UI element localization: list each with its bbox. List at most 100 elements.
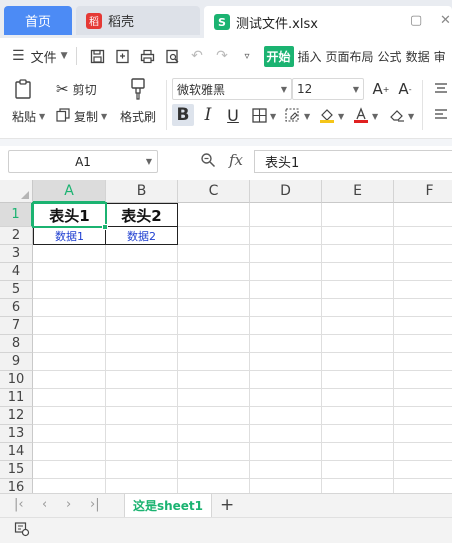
cell-c2[interactable] (178, 227, 250, 245)
cell-c6[interactable] (178, 299, 250, 317)
paste-button[interactable]: 粘贴 ▼ (12, 108, 45, 125)
format-painter-icon[interactable] (128, 77, 148, 106)
cell-f12[interactable] (394, 407, 452, 425)
cell-d16[interactable] (250, 479, 322, 493)
cell-e1[interactable] (322, 203, 394, 227)
underline-button[interactable]: U (222, 104, 244, 126)
column-header-f[interactable]: F (394, 180, 452, 203)
row-header-2[interactable]: 2 (0, 227, 33, 245)
cell-f1[interactable] (394, 203, 452, 227)
cut-button[interactable]: ✂ 剪切 (56, 80, 97, 98)
cell-f16[interactable] (394, 479, 452, 493)
restore-window-icon[interactable]: ▢ (410, 13, 422, 28)
decrease-font-size-icon[interactable]: A- (394, 78, 416, 100)
cell-c13[interactable] (178, 425, 250, 443)
name-box[interactable]: A1 ▼ (8, 150, 158, 173)
cell-c1[interactable] (178, 203, 250, 227)
add-sheet-button[interactable]: + (220, 495, 234, 515)
cell-b6[interactable] (106, 299, 178, 317)
increase-font-size-icon[interactable]: A + (370, 78, 392, 100)
row-header-7[interactable]: 7 (0, 317, 33, 335)
cell-d1[interactable] (250, 203, 322, 227)
cell-e11[interactable] (322, 389, 394, 407)
row-header-1[interactable]: 1 (0, 203, 33, 227)
cell-b3[interactable] (106, 245, 178, 263)
row-header-9[interactable]: 9 (0, 353, 33, 371)
row-header-15[interactable]: 15 (0, 461, 33, 479)
print-preview-icon[interactable] (160, 45, 185, 67)
cell-d7[interactable] (250, 317, 322, 335)
cell-d3[interactable] (250, 245, 322, 263)
column-header-a[interactable]: A (33, 180, 106, 203)
last-sheet-icon[interactable]: ›| (90, 497, 100, 512)
bold-button[interactable]: B (172, 104, 194, 126)
cell-b10[interactable] (106, 371, 178, 389)
cell-e10[interactable] (322, 371, 394, 389)
cell-b7[interactable] (106, 317, 178, 335)
menu-formulas[interactable]: 公式 (378, 48, 402, 65)
chevron-down-icon[interactable]: ▼ (408, 112, 414, 121)
cell-f8[interactable] (394, 335, 452, 353)
cell-b16[interactable] (106, 479, 178, 493)
cell-f13[interactable] (394, 425, 452, 443)
menu-page-layout[interactable]: 页面布局 (326, 48, 374, 65)
cell-f6[interactable] (394, 299, 452, 317)
cell-f4[interactable] (394, 263, 452, 281)
cell-c9[interactable] (178, 353, 250, 371)
cell-d13[interactable] (250, 425, 322, 443)
chevron-down-icon[interactable]: ▼ (338, 112, 344, 121)
cell-d10[interactable] (250, 371, 322, 389)
cell-c7[interactable] (178, 317, 250, 335)
row-header-6[interactable]: 6 (0, 299, 33, 317)
menu-start[interactable]: 开始 (263, 45, 294, 67)
sheet-tab-active[interactable]: 这是sheet1 (124, 494, 212, 517)
cell-b9[interactable] (106, 353, 178, 371)
cell-b15[interactable] (106, 461, 178, 479)
cell-f15[interactable] (394, 461, 452, 479)
cell-e14[interactable] (322, 443, 394, 461)
fill-handle[interactable] (102, 224, 108, 230)
cell-b1[interactable]: 表头2 (106, 203, 178, 227)
cell-c5[interactable] (178, 281, 250, 299)
hamburger-icon[interactable]: ☰ (12, 48, 25, 64)
cell-c16[interactable] (178, 479, 250, 493)
cell-e3[interactable] (322, 245, 394, 263)
cell-d6[interactable] (250, 299, 322, 317)
cell-a4[interactable] (33, 263, 106, 281)
cell-c4[interactable] (178, 263, 250, 281)
align-top-icon[interactable] (430, 78, 452, 100)
font-size-select[interactable]: 12 ▼ (292, 78, 364, 100)
cell-a12[interactable] (33, 407, 106, 425)
cell-e8[interactable] (322, 335, 394, 353)
row-header-3[interactable]: 3 (0, 245, 33, 263)
row-header-11[interactable]: 11 (0, 389, 33, 407)
cell-style-icon[interactable] (282, 104, 304, 126)
cell-d12[interactable] (250, 407, 322, 425)
cell-e16[interactable] (322, 479, 394, 493)
cell-b13[interactable] (106, 425, 178, 443)
previous-sheet-icon[interactable]: ‹ (42, 497, 47, 512)
chevron-down-icon[interactable]: ▼ (372, 112, 378, 121)
cell-d11[interactable] (250, 389, 322, 407)
cell-b14[interactable] (106, 443, 178, 461)
cell-a16[interactable] (33, 479, 106, 493)
zoom-formula-icon[interactable] (200, 152, 216, 172)
next-sheet-icon[interactable]: › (66, 497, 71, 512)
font-color-icon[interactable] (350, 104, 372, 126)
cell-e4[interactable] (322, 263, 394, 281)
tab-file[interactable]: S 测试文件.xlsx ▢ ✕ (204, 6, 452, 38)
cell-d15[interactable] (250, 461, 322, 479)
cell-c15[interactable] (178, 461, 250, 479)
format-painter-button[interactable]: 格式刷 (120, 108, 156, 125)
cell-c3[interactable] (178, 245, 250, 263)
italic-button[interactable]: I (197, 104, 219, 126)
cell-a8[interactable] (33, 335, 106, 353)
cell-a11[interactable] (33, 389, 106, 407)
row-header-14[interactable]: 14 (0, 443, 33, 461)
cell-b8[interactable] (106, 335, 178, 353)
borders-icon[interactable] (248, 104, 270, 126)
cell-f7[interactable] (394, 317, 452, 335)
cell-e9[interactable] (322, 353, 394, 371)
cell-e15[interactable] (322, 461, 394, 479)
cell-a15[interactable] (33, 461, 106, 479)
